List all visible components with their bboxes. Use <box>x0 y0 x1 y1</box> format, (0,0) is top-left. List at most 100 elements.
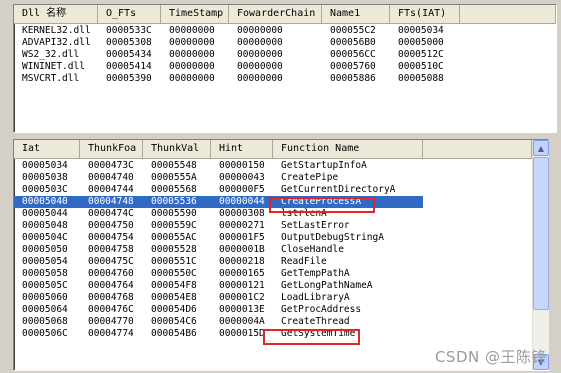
dll-row[interactable]: WININET.dll 00005414 00000000 00000000 00005… <box>14 61 460 73</box>
dll-column-header[interactable]: TimeStamp <box>161 5 229 24</box>
function-column-header[interactable]: ThunkVal <box>143 140 211 159</box>
dll-cell: 00005390 <box>106 73 152 84</box>
function-list-view[interactable]: Iat ThunkFoa ThunkVal Hint Function Name 000… <box>13 139 549 371</box>
dll-list-header: Dll 名称 O_FTs TimeStamp FowarderChain Name1 FT… <box>14 5 556 24</box>
function-cell: GetTempPathA <box>281 268 350 279</box>
function-cell: 0000474C <box>88 208 134 219</box>
dll-list-view[interactable]: Dll 名称 O_FTs TimeStamp FowarderChain Name1 FT… <box>13 4 557 133</box>
function-row[interactable]: 00005060 00004768 000054E8 000001C2 LoadLibr… <box>14 292 423 304</box>
function-cell: 000054C6 <box>151 316 197 327</box>
function-cell: 00005068 <box>22 316 68 327</box>
dll-column-header[interactable]: O_FTs <box>98 5 161 24</box>
function-cell: 00000043 <box>219 172 265 183</box>
function-row[interactable]: 0000506C 00004774 000054B6 0000015D GetSyste… <box>14 328 423 340</box>
function-cell: 00004760 <box>88 268 134 279</box>
dll-column-header[interactable]: FowarderChain <box>229 5 322 24</box>
function-row[interactable]: 00005054 0000475C 0000551C 00000218 ReadFile <box>14 256 423 268</box>
function-row[interactable]: 00005050 00004758 00005528 0000001B CloseHan… <box>14 244 423 256</box>
function-cell: 000054D6 <box>151 304 197 315</box>
function-cell: 00005034 <box>22 160 68 171</box>
function-cell: lstrlenA <box>281 208 327 219</box>
function-cell: 00004754 <box>88 232 134 243</box>
function-cell: 0000505C <box>22 280 68 291</box>
function-list-rows: 00005034 0000473C 00005548 00000150 GetStart… <box>14 160 423 340</box>
dll-row[interactable]: MSVCRT.dll 00005390 00000000 00000000 000058… <box>14 73 460 85</box>
function-cell: 0000001B <box>219 244 265 255</box>
function-row[interactable]: 0000504C 00004754 000055AC 000001F5 OutputDe… <box>14 232 423 244</box>
function-row[interactable]: 0000505C 00004764 000054F8 00000121 GetLongP… <box>14 280 423 292</box>
dll-cell: 00000000 <box>237 61 283 72</box>
dll-cell: 000055C2 <box>330 25 376 36</box>
scroll-up-button[interactable]: ▲ <box>533 140 549 156</box>
function-cell: 00005048 <box>22 220 68 231</box>
function-column-header[interactable]: Hint <box>211 140 273 159</box>
function-cell: 000054B6 <box>151 328 197 339</box>
function-cell: 00005054 <box>22 256 68 267</box>
function-cell: GetLongPathNameA <box>281 280 373 291</box>
function-cell: ReadFile <box>281 256 327 267</box>
function-cell: 00004774 <box>88 328 134 339</box>
function-row[interactable]: 00005040 00004748 00005536 00000044 CreatePr… <box>14 196 423 208</box>
function-cell: LoadLibraryA <box>281 292 350 303</box>
function-column-header[interactable]: Function Name <box>273 140 423 159</box>
function-cell: 00000044 <box>219 196 265 207</box>
function-column-header[interactable]: Iat <box>14 140 80 159</box>
function-row[interactable]: 00005038 00004740 0000555A 00000043 CreatePi… <box>14 172 423 184</box>
dll-column-header[interactable]: FTs(IAT) <box>390 5 460 24</box>
function-row[interactable]: 00005058 00004760 0000550C 00000165 GetTempP… <box>14 268 423 280</box>
function-cell: 00005058 <box>22 268 68 279</box>
function-list-scrollbar[interactable]: ▲ ▼ <box>532 140 549 370</box>
function-cell: 0000555A <box>151 172 197 183</box>
dll-cell: 00005760 <box>330 61 376 72</box>
function-cell: CloseHandle <box>281 244 344 255</box>
function-cell: 000000F5 <box>219 184 265 195</box>
function-cell: 00004748 <box>88 196 134 207</box>
function-cell: 00000150 <box>219 160 265 171</box>
function-row[interactable]: 00005034 0000473C 00005548 00000150 GetStart… <box>14 160 423 172</box>
function-cell: 00004744 <box>88 184 134 195</box>
dll-cell: 0000510C <box>398 61 444 72</box>
dll-cell: 00005434 <box>106 49 152 60</box>
dll-header-filler <box>460 5 556 24</box>
dll-cell: 00000000 <box>237 49 283 60</box>
dll-cell: 00000000 <box>169 61 215 72</box>
dll-row[interactable]: WS2_32.dll 00005434 00000000 00000000 000056… <box>14 49 460 61</box>
function-cell: GetStartupInfoA <box>281 160 367 171</box>
dll-column-header[interactable]: Dll 名称 <box>14 5 98 24</box>
scroll-thumb[interactable] <box>533 157 549 310</box>
watermark: CSDN @王陈锋 <box>434 348 547 366</box>
function-column-header[interactable]: ThunkFoa <box>80 140 143 159</box>
function-cell: CreateProcessA <box>281 196 362 207</box>
dll-column-header[interactable]: Name1 <box>322 5 390 24</box>
dll-row[interactable]: KERNEL32.dll 0000533C 00000000 00000000 0000… <box>14 25 460 37</box>
function-cell: 0000004A <box>219 316 265 327</box>
function-cell: 00000308 <box>219 208 265 219</box>
function-cell: 00005050 <box>22 244 68 255</box>
function-cell: 0000015D <box>219 328 265 339</box>
function-cell: 0000504C <box>22 232 68 243</box>
function-cell: 0000550C <box>151 268 197 279</box>
function-cell: 00004740 <box>88 172 134 183</box>
function-row[interactable]: 0000503C 00004744 00005568 000000F5 GetCurre… <box>14 184 423 196</box>
function-cell: 00005060 <box>22 292 68 303</box>
function-cell: CreatePipe <box>281 172 339 183</box>
function-row[interactable]: 00005048 00004750 0000559C 00000271 SetLastE… <box>14 220 423 232</box>
dll-cell: 00000000 <box>237 73 283 84</box>
function-row[interactable]: 00005064 0000476C 000054D6 0000013E GetProcA… <box>14 304 423 316</box>
dll-cell: 00005088 <box>398 73 444 84</box>
function-list-header: Iat ThunkFoa ThunkVal Hint Function Name <box>14 140 532 159</box>
function-cell: 0000475C <box>88 256 134 267</box>
function-cell: SetLastError <box>281 220 350 231</box>
function-cell: 00005548 <box>151 160 197 171</box>
dll-cell: WININET.dll <box>22 61 85 72</box>
dll-cell: 00000000 <box>169 37 215 48</box>
function-cell: 00000271 <box>219 220 265 231</box>
dll-row[interactable]: ADVAPI32.dll 00005308 00000000 00000000 0000… <box>14 37 460 49</box>
function-cell: 0000506C <box>22 328 68 339</box>
dll-cell: 0000512C <box>398 49 444 60</box>
dll-cell: 00000000 <box>237 25 283 36</box>
function-row[interactable]: 00005044 0000474C 00005590 00000308 lstrlenA <box>14 208 423 220</box>
function-row[interactable]: 00005068 00004770 000054C6 0000004A CreateTh… <box>14 316 423 328</box>
function-cell: 0000013E <box>219 304 265 315</box>
dll-cell: 00005308 <box>106 37 152 48</box>
